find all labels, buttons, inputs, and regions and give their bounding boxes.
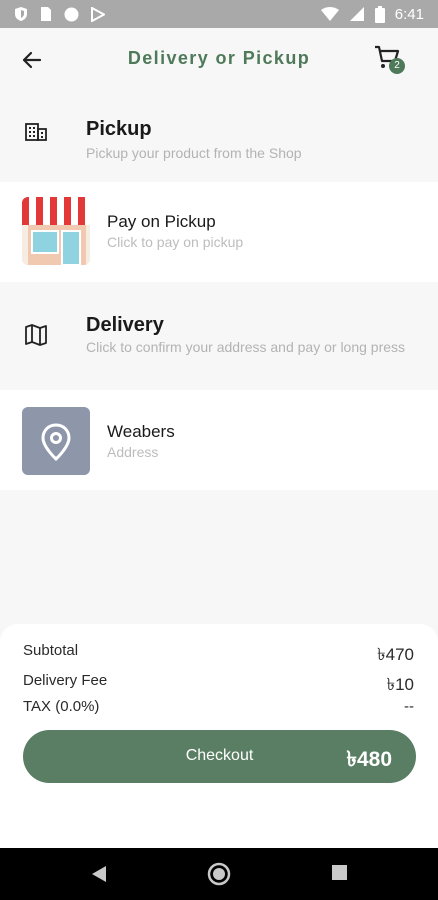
nav-home-icon[interactable] — [207, 862, 231, 886]
delivery-fee-label: Delivery Fee — [23, 672, 108, 689]
address-title: Weabers — [107, 422, 175, 441]
cart-count-badge: 2 — [389, 58, 405, 74]
delivery-subtitle: Click to confirm your address and pay or… — [86, 339, 406, 355]
delivery-fee-row: Delivery Fee ৳10 — [23, 672, 414, 700]
cart-button[interactable]: 2 — [372, 42, 406, 76]
nav-recents-icon[interactable] — [332, 865, 347, 880]
delivery-fee-value: ৳10 — [386, 675, 414, 694]
status-bar: 6:41 — [0, 0, 438, 28]
address-subtitle: Address — [107, 444, 159, 460]
location-pin-icon — [41, 423, 71, 462]
shop-thumbnail — [22, 197, 90, 265]
shield-icon — [15, 7, 27, 21]
play-store-icon — [91, 6, 105, 22]
app-bar: Delivery or Pickup 2 — [0, 28, 438, 90]
pay-on-pickup-title: Pay on Pickup — [107, 212, 216, 231]
subtotal-value: ৳470 — [377, 645, 414, 664]
pickup-subtitle: Pickup your product from the Shop — [86, 145, 302, 161]
tax-row: TAX (0.0%) -- — [23, 698, 414, 715]
order-summary: Subtotal ৳470 Delivery Fee ৳10 TAX (0.0%… — [0, 624, 438, 848]
system-navigation-bar — [0, 848, 438, 900]
address-option[interactable]: Weabers Address — [0, 390, 438, 490]
checkout-total: ৳480 — [346, 748, 393, 771]
pickup-section[interactable]: Pickup Pickup your product from the Shop — [0, 90, 438, 182]
map-icon — [25, 324, 47, 346]
location-thumbnail — [22, 407, 90, 475]
subtotal-row: Subtotal ৳470 — [23, 642, 414, 670]
tax-value: -- — [404, 698, 414, 715]
status-time: 6:41 — [394, 5, 424, 23]
pickup-title: Pickup — [86, 118, 152, 140]
storefront-icon — [22, 197, 90, 265]
signal-icon — [349, 7, 364, 21]
pay-on-pickup-option[interactable]: Pay on Pickup Click to pay on pickup — [0, 182, 438, 282]
sim-card-icon — [41, 7, 51, 21]
tax-label: TAX (0.0%) — [23, 698, 100, 715]
delivery-title: Delivery — [86, 314, 164, 336]
nav-back-icon[interactable] — [90, 865, 108, 883]
subtotal-label: Subtotal — [23, 642, 79, 659]
checkout-button[interactable]: Checkout ৳480 — [23, 730, 416, 783]
battery-icon — [374, 5, 385, 23]
circle-icon — [64, 7, 79, 21]
delivery-section[interactable]: Delivery Click to confirm your address a… — [0, 282, 438, 390]
building-icon — [25, 123, 47, 141]
pay-on-pickup-subtitle: Click to pay on pickup — [107, 234, 244, 250]
wifi-icon — [320, 7, 339, 21]
